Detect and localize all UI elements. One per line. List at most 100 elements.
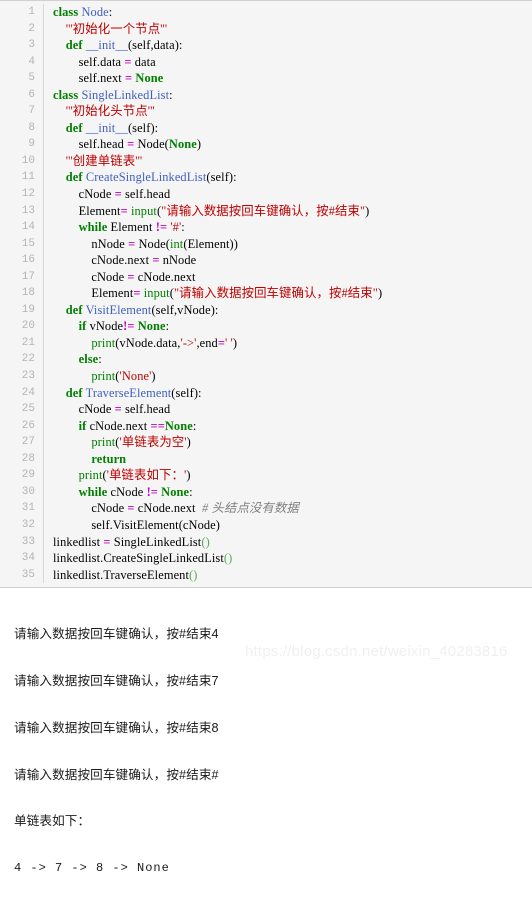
code-line-31: cNode = cNode.next # 头结点没有数据 <box>44 500 532 517</box>
console-line: 请输入数据按回车键确认，按#结束7 <box>14 674 532 690</box>
line-number: 5 <box>0 70 44 87</box>
line-number: 8 <box>0 120 44 137</box>
line-number: 22 <box>0 351 44 368</box>
line-number: 24 <box>0 385 44 402</box>
code-line-25: cNode = self.head <box>44 401 532 418</box>
code-line-35: linkedlist.TraverseElement() <box>44 567 532 584</box>
code-line-20: if vNode!= None: <box>44 318 532 335</box>
line-number: 33 <box>0 534 44 551</box>
line-number: 1 <box>0 4 44 21</box>
code-line-row: 25 cNode = self.head <box>0 401 532 418</box>
code-line-row: 27 print('单链表为空') <box>0 434 532 451</box>
line-number: 12 <box>0 186 44 203</box>
code-line-row: 13 Element= input("请输入数据按回车键确认，按#结束") <box>0 203 532 220</box>
code-line-row: 19 def VisitElement(self,vNode): <box>0 302 532 319</box>
line-number: 35 <box>0 567 44 584</box>
code-line-row: 6 class SingleLinkedList: <box>0 87 532 104</box>
code-line-12: cNode = self.head <box>44 186 532 203</box>
code-line-4: self.data = data <box>44 54 532 71</box>
code-line-row: 10 '''创建单链表''' <box>0 153 532 170</box>
line-number: 4 <box>0 54 44 71</box>
line-number: 17 <box>0 269 44 286</box>
line-number: 20 <box>0 318 44 335</box>
code-line-row: 16 cNode.next = nNode <box>0 252 532 269</box>
code-line-row: 4 self.data = data <box>0 54 532 71</box>
line-number: 27 <box>0 434 44 451</box>
code-line-row: 15 nNode = Node(int(Element)) <box>0 236 532 253</box>
code-line-row: 35 linkedlist.TraverseElement() <box>0 567 532 584</box>
line-number: 18 <box>0 285 44 302</box>
line-number: 13 <box>0 203 44 220</box>
line-number: 14 <box>0 219 44 236</box>
line-number: 19 <box>0 302 44 319</box>
code-line-row: 1 class Node: <box>0 4 532 21</box>
code-line-7: '''初始化头节点''' <box>44 103 532 120</box>
code-line-18: Element= input("请输入数据按回车键确认，按#结束") <box>44 285 532 302</box>
code-line-32: self.VisitElement(cNode) <box>44 517 532 534</box>
line-number: 25 <box>0 401 44 418</box>
line-number: 2 <box>0 21 44 38</box>
code-line-row: 3 def __init__(self,data): <box>0 37 532 54</box>
code-line-30: while cNode != None: <box>44 484 532 501</box>
code-line-28: return <box>44 451 532 468</box>
code-line-1: class Node: <box>44 4 532 21</box>
code-line-row: 34 linkedlist.CreateSingleLinkedList() <box>0 550 532 567</box>
console-line: 单链表如下： <box>14 814 532 830</box>
code-line-21: print(vNode.data,'->',end=' ') <box>44 335 532 352</box>
code-line-row: 32 self.VisitElement(cNode) <box>0 517 532 534</box>
code-line-row: 30 while cNode != None: <box>0 484 532 501</box>
code-table: 1 class Node: 2 '''初始化一个节点''' 3 def __in… <box>0 4 532 583</box>
code-line-row: 2 '''初始化一个节点''' <box>0 21 532 38</box>
code-line-row: 11 def CreateSingleLinkedList(self): <box>0 169 532 186</box>
line-number: 26 <box>0 418 44 435</box>
csdn-watermark: https://blog.csdn.net/weixin_40283816 <box>245 644 508 660</box>
console-line: 请输入数据按回车键确认，按#结束8 <box>14 721 532 737</box>
code-line-17: cNode = cNode.next <box>44 269 532 286</box>
code-line-5: self.next = None <box>44 70 532 87</box>
code-line-26: if cNode.next ==None: <box>44 418 532 435</box>
code-line-row: 21 print(vNode.data,'->',end=' ') <box>0 335 532 352</box>
line-number: 29 <box>0 467 44 484</box>
line-number: 30 <box>0 484 44 501</box>
code-line-row: 14 while Element != '#': <box>0 219 532 236</box>
code-line-3: def __init__(self,data): <box>44 37 532 54</box>
line-number: 31 <box>0 500 44 517</box>
line-number: 23 <box>0 368 44 385</box>
code-line-row: 7 '''初始化头节点''' <box>0 103 532 120</box>
code-line-34: linkedlist.CreateSingleLinkedList() <box>44 550 532 567</box>
code-line-16: cNode.next = nNode <box>44 252 532 269</box>
console-line: 请输入数据按回车键确认，按#结束# <box>14 768 532 784</box>
line-number: 10 <box>0 153 44 170</box>
line-number: 28 <box>0 451 44 468</box>
code-line-row: 33 linkedlist = SingleLinkedList() <box>0 534 532 551</box>
code-line-15: nNode = Node(int(Element)) <box>44 236 532 253</box>
code-line-6: class SingleLinkedList: <box>44 87 532 104</box>
code-line-11: def CreateSingleLinkedList(self): <box>44 169 532 186</box>
line-number: 16 <box>0 252 44 269</box>
code-line-row: 18 Element= input("请输入数据按回车键确认，按#结束") <box>0 285 532 302</box>
code-line-row: 17 cNode = cNode.next <box>0 269 532 286</box>
console-output: 请输入数据按回车键确认，按#结束4 请输入数据按回车键确认，按#结束7 请输入数… <box>0 588 532 908</box>
code-line-row: 5 self.next = None <box>0 70 532 87</box>
code-line-row: 23 print('None') <box>0 368 532 385</box>
line-number: 3 <box>0 37 44 54</box>
code-line-24: def TraverseElement(self): <box>44 385 532 402</box>
line-number: 21 <box>0 335 44 352</box>
code-line-row: 9 self.head = Node(None) <box>0 136 532 153</box>
code-line-22: else: <box>44 351 532 368</box>
code-line-row: 12 cNode = self.head <box>0 186 532 203</box>
console-line: 请输入数据按回车键确认，按#结束4 <box>14 627 532 643</box>
code-line-row: 22 else: <box>0 351 532 368</box>
code-line-9: self.head = Node(None) <box>44 136 532 153</box>
line-number: 9 <box>0 136 44 153</box>
code-line-27: print('单链表为空') <box>44 434 532 451</box>
console-line-result: 4 -> 7 -> 8 -> None <box>14 861 532 877</box>
code-line-row: 8 def __init__(self): <box>0 120 532 137</box>
code-block: 1 class Node: 2 '''初始化一个节点''' 3 def __in… <box>0 0 532 588</box>
line-number: 15 <box>0 236 44 253</box>
line-number: 11 <box>0 169 44 186</box>
code-line-10: '''创建单链表''' <box>44 153 532 170</box>
line-number: 7 <box>0 103 44 120</box>
code-line-row: 24 def TraverseElement(self): <box>0 385 532 402</box>
line-number: 34 <box>0 550 44 567</box>
